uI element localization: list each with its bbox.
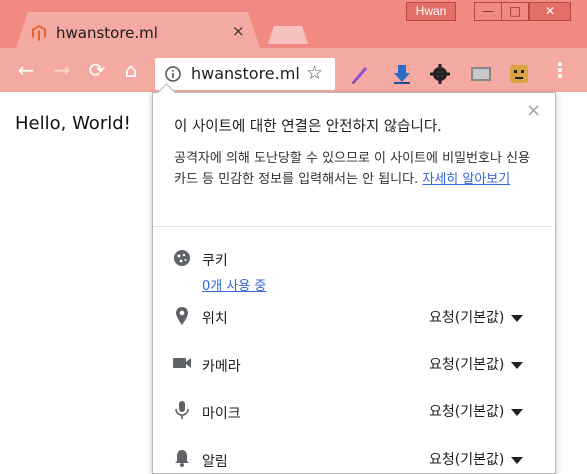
cookie-icon: [174, 250, 190, 266]
magento-favicon-icon: [32, 25, 46, 41]
bubble-warning-text: 공격자에 의해 도난당할 수 있으므로 이 사이트에 비밀번호나 신용카드 등 …: [174, 148, 532, 190]
new-tab-button[interactable]: [268, 26, 308, 44]
home-button[interactable]: ⌂: [117, 56, 145, 84]
cookies-in-use-link[interactable]: 0개 사용 중: [202, 275, 266, 294]
permission-label-camera: 카메라: [202, 359, 241, 375]
bookmark-star-icon[interactable]: ☆: [306, 63, 323, 83]
tab-close-button[interactable]: ×: [232, 22, 245, 40]
caret-down-icon: [511, 361, 524, 369]
microphone-icon: [175, 401, 189, 419]
caret-down-icon: [511, 408, 524, 416]
permission-value: 요청(기본값): [429, 357, 505, 373]
permission-value: 요청(기본값): [429, 404, 505, 420]
url-text[interactable]: hwanstore.ml: [191, 64, 300, 83]
learn-more-link[interactable]: 자세히 알아보기: [422, 172, 510, 187]
page-content-text: Hello, World!: [15, 113, 131, 134]
permission-label-microphone: 마이크: [202, 406, 241, 422]
forward-button[interactable]: →: [48, 56, 76, 84]
camera-icon: [173, 358, 191, 368]
profile-button[interactable]: Hwan: [406, 2, 456, 21]
permission-select-location[interactable]: 요청(기본값): [429, 307, 524, 327]
bubble-close-button[interactable]: ×: [526, 100, 541, 121]
reload-button[interactable]: ⟳: [83, 56, 111, 84]
minimize-button[interactable]: —: [474, 2, 502, 21]
permission-label-notifications: 알림: [202, 454, 228, 470]
tab-title: hwanstore.ml: [56, 24, 158, 42]
maximize-button[interactable]: □: [501, 2, 529, 21]
window-close-button[interactable]: ✕: [529, 2, 571, 21]
permission-select-microphone[interactable]: 요청(기본값): [429, 401, 524, 421]
permission-value: 요청(기본값): [429, 452, 505, 468]
info-icon[interactable]: [165, 66, 181, 82]
back-button[interactable]: ←: [12, 56, 40, 84]
download-extension-icon[interactable]: [391, 63, 413, 85]
face-extension-icon[interactable]: [508, 63, 530, 85]
permission-label-location: 위치: [202, 311, 228, 327]
bell-icon: [175, 450, 189, 467]
permission-value: 요청(기본값): [429, 310, 505, 326]
location-icon: [176, 307, 188, 325]
menu-button[interactable]: ⋮: [546, 56, 574, 84]
permission-select-camera[interactable]: 요청(기본값): [429, 354, 524, 374]
gear-extension-icon[interactable]: [429, 63, 451, 85]
bubble-title: 이 사이트에 대한 연결은 안전하지 않습니다.: [174, 119, 442, 135]
caret-down-icon: [511, 456, 524, 464]
permission-select-notifications[interactable]: 요청(기본값): [429, 449, 524, 469]
pen-extension-icon[interactable]: [349, 63, 371, 85]
divider: [153, 226, 553, 227]
cookies-label: 쿠키: [202, 253, 228, 269]
image-extension-icon[interactable]: [470, 63, 492, 85]
caret-down-icon: [511, 314, 524, 322]
